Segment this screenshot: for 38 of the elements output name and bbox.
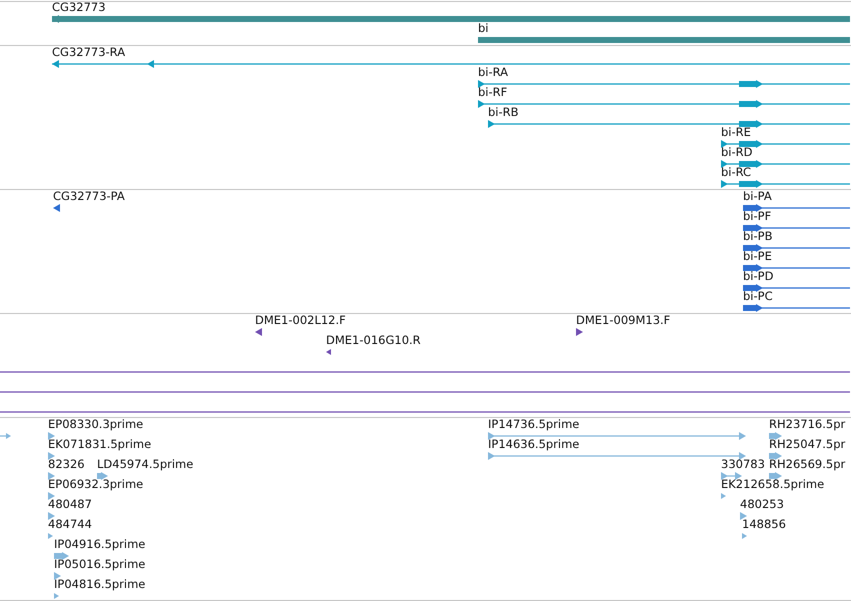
feature-label: DME1-002L12.F [255,313,346,327]
feature-label: CG32773-RA [52,45,126,59]
feature-label: 480253 [740,497,784,511]
feature-label: EP08330.3prime [48,417,144,431]
feature-label: bi-RB [488,105,519,119]
feature-label: CG32773-PA [53,189,125,203]
feature-label: bi [478,21,488,35]
feature-label: bi-PA [743,189,772,203]
feature-label: bi-RD [721,145,752,159]
feature-label: 82326 [48,457,85,471]
feature-label: bi-PB [743,229,772,243]
feature-label: DME1-016G10.R [326,333,421,347]
feature-label: bi-RF [478,85,508,99]
feature-label: IP04916.5prime [54,537,146,551]
feature-label: RH23716.5pr [769,417,846,431]
feature-label: LD45974.5prime [97,457,194,471]
feature-label: 480487 [48,497,92,511]
feature-label: bi-RA [478,65,508,79]
feature-label: IP05016.5prime [54,557,146,571]
feature-label: 484744 [48,517,92,531]
feature-label: bi-PD [743,269,774,283]
feature-label: IP14736.5prime [488,417,580,431]
feature-label: 330783 [721,457,765,471]
feature-label: bi-RE [721,125,751,139]
feature-label: DME1-009M13.F [576,313,670,327]
feature-label: IP04816.5prime [54,577,146,591]
feature-label: CG32773 [52,0,106,14]
feature-label: RH26569.5pr [769,457,846,471]
feature-label: bi-RC [721,165,752,179]
feature-label: bi-PF [743,209,772,223]
feature-label: EK071831.5prime [48,437,152,451]
feature-label: IP14636.5prime [488,437,580,451]
feature-label: EP06932.3prime [48,477,144,491]
feature-label: 148856 [742,517,786,531]
feature-label: EK212658.5prime [721,477,824,491]
feature-label: RH25047.5pr [769,437,846,451]
feature-label: bi-PC [743,289,773,303]
feature-label: bi-PE [743,249,772,263]
